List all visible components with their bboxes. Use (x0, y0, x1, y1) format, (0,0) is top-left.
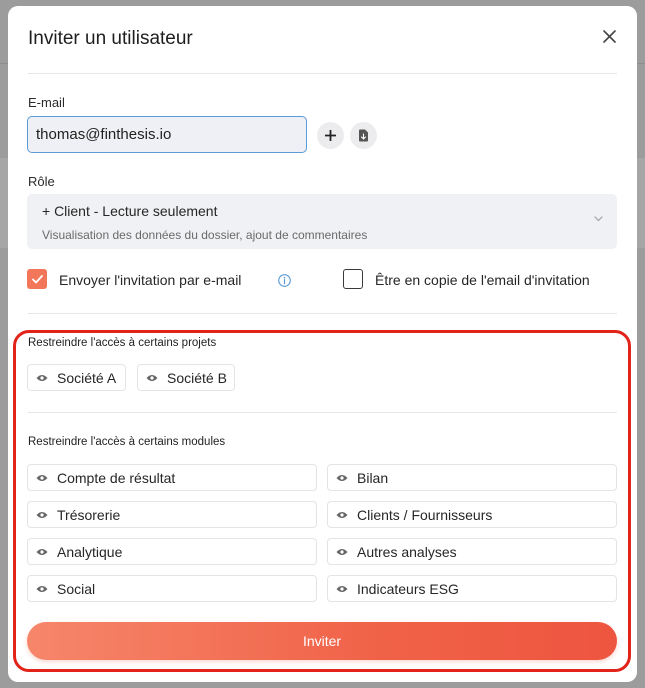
info-icon[interactable] (278, 274, 291, 287)
module-chip-label: Clients / Fournisseurs (357, 506, 493, 523)
module-chip[interactable]: Compte de résultat (27, 464, 317, 491)
role-select[interactable]: + Client - Lecture seulement Visualisati… (27, 194, 617, 249)
checkmark-icon (31, 274, 43, 283)
close-icon (602, 29, 616, 43)
modal-title: Inviter un utilisateur (28, 28, 193, 49)
send-invitation-checkbox[interactable] (27, 269, 47, 289)
module-chip[interactable]: Social (27, 575, 317, 602)
plus-icon (325, 130, 336, 141)
module-chip[interactable]: Trésorerie (27, 501, 317, 528)
eye-icon (336, 548, 348, 555)
eye-icon (146, 374, 158, 381)
module-chip[interactable]: Analytique (27, 538, 317, 565)
modules-section-title: Restreindre l'accès à certains modules (28, 436, 226, 448)
module-chip-label: Bilan (357, 469, 389, 486)
eye-icon (36, 548, 48, 555)
project-chip-label: Société B (167, 369, 227, 386)
module-chip[interactable]: Bilan (327, 464, 617, 491)
role-selected-value: + Client - Lecture seulement (42, 203, 218, 219)
module-chip-label: Trésorerie (57, 506, 121, 523)
add-email-button[interactable] (317, 122, 344, 149)
eye-icon (336, 585, 348, 592)
module-chip-label: Autres analyses (357, 543, 457, 560)
role-label: Rôle (28, 174, 55, 189)
eye-icon (336, 474, 348, 481)
module-chip[interactable]: Indicateurs ESG (327, 575, 617, 602)
chevron-down-icon (594, 216, 603, 222)
module-chip[interactable]: Clients / Fournisseurs (327, 501, 617, 528)
eye-icon (36, 511, 48, 518)
email-field[interactable] (27, 116, 307, 153)
header-divider (28, 73, 617, 74)
role-description: Visualisation des données du dossier, aj… (42, 228, 368, 242)
project-chip[interactable]: Société A (27, 364, 126, 391)
close-button[interactable] (599, 26, 619, 46)
file-icon (359, 129, 368, 142)
module-chip-label: Analytique (57, 543, 123, 560)
send-invitation-label: Envoyer l'invitation par e-mail (59, 272, 242, 288)
background-panel (0, 158, 8, 248)
eye-icon (36, 585, 48, 592)
module-chip-label: Compte de résultat (57, 469, 176, 486)
invite-button[interactable]: Inviter (27, 622, 617, 660)
email-label: E-mail (28, 95, 65, 110)
module-chip-label: Indicateurs ESG (357, 580, 459, 597)
module-chip[interactable]: Autres analyses (327, 538, 617, 565)
sections-divider (28, 412, 617, 413)
project-chip[interactable]: Société B (137, 364, 235, 391)
background-panel (637, 158, 645, 248)
cc-invitation-label: Être en copie de l'email d'invitation (375, 272, 590, 288)
eye-icon (36, 474, 48, 481)
options-divider (28, 313, 617, 314)
eye-icon (336, 511, 348, 518)
eye-icon (36, 374, 48, 381)
import-file-button[interactable] (350, 122, 377, 149)
cc-invitation-checkbox[interactable] (343, 269, 363, 289)
module-chip-label: Social (57, 580, 96, 597)
projects-section-title: Restreindre l'accès à certains projets (28, 337, 217, 349)
project-chip-label: Société A (57, 369, 117, 386)
invite-user-modal: Inviter un utilisateur E-mail Rôle + Cli… (8, 6, 637, 682)
